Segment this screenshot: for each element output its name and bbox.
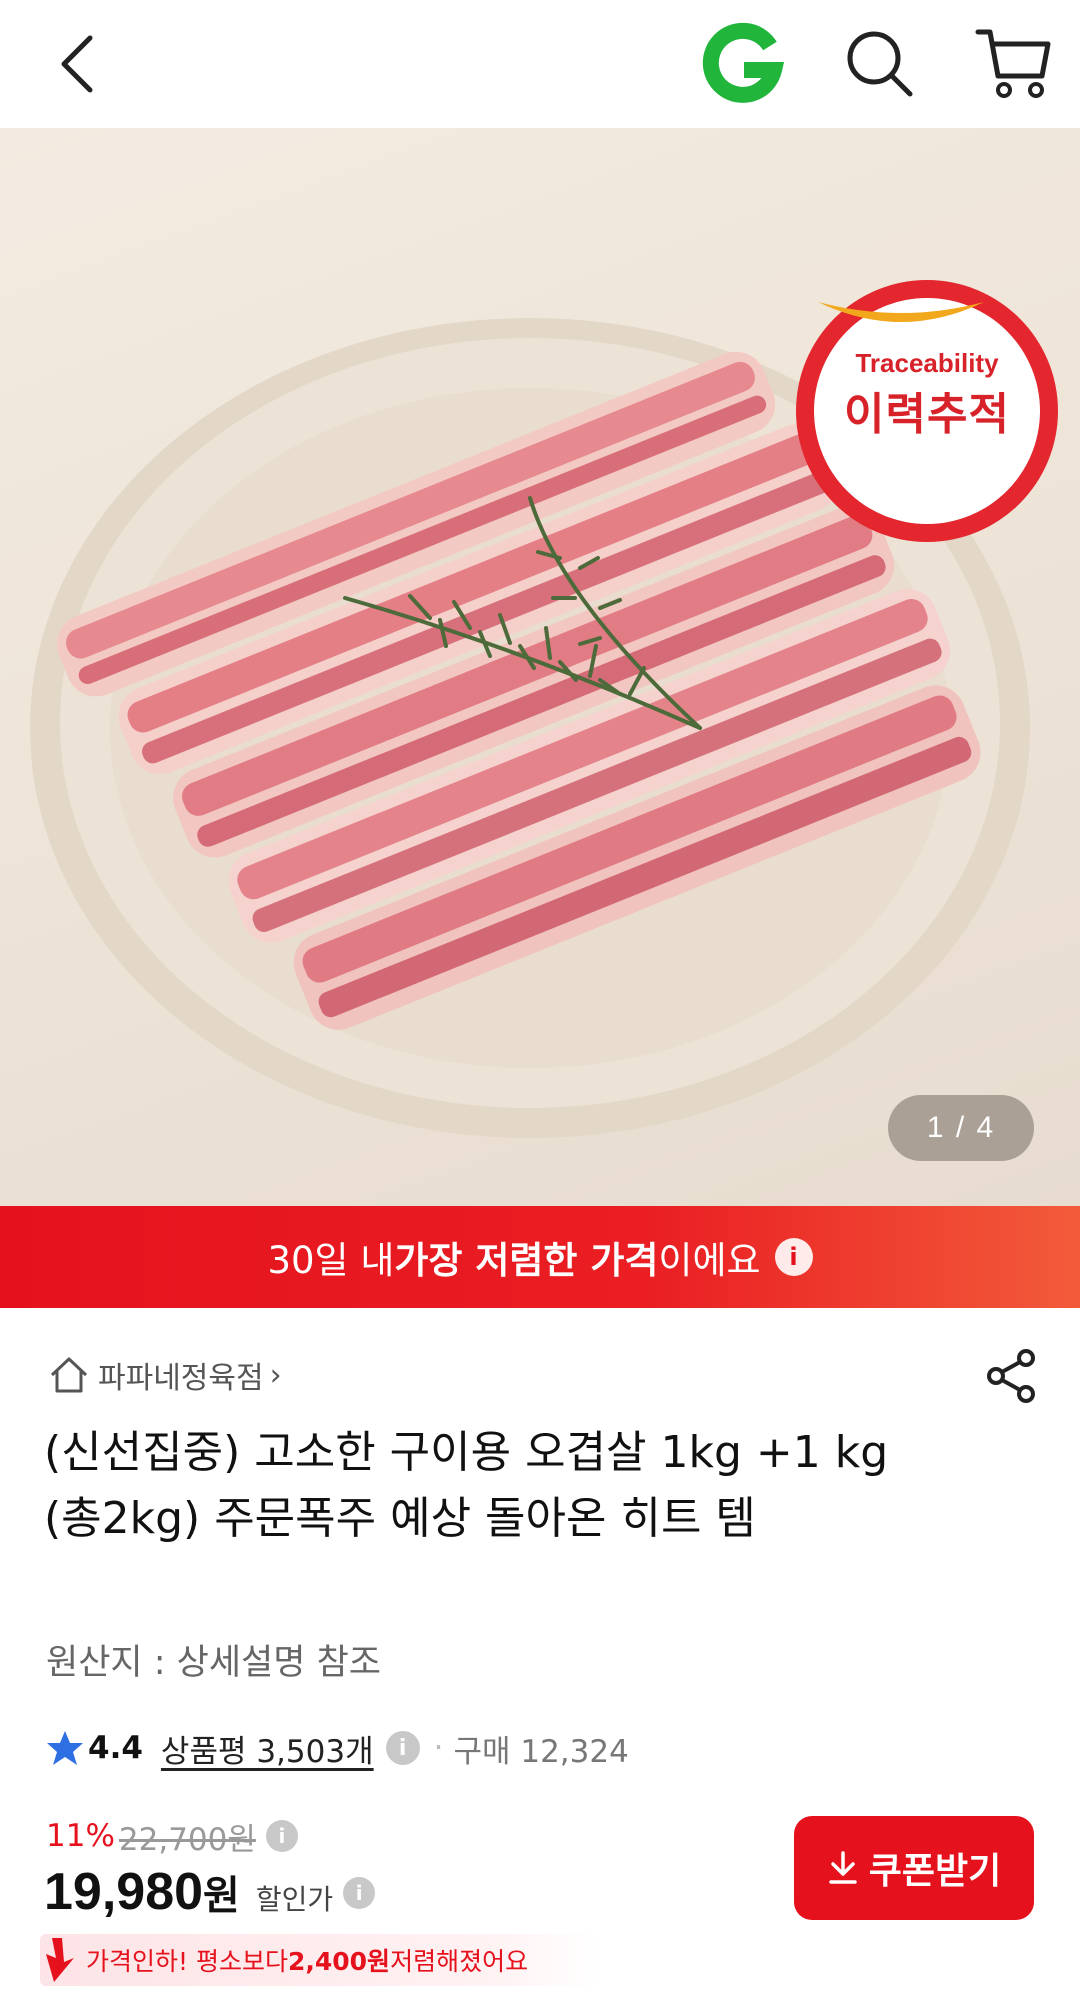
back-button[interactable]	[40, 24, 112, 104]
search-button[interactable]	[840, 24, 920, 104]
currency-unit: 원	[203, 1873, 240, 1919]
star-icon	[47, 1731, 83, 1765]
download-icon	[829, 1851, 857, 1884]
chevron-right-icon: ›	[269, 1357, 282, 1393]
original-price: 22,700원	[118, 1821, 256, 1858]
g-logo-icon	[702, 22, 785, 103]
cart-icon	[975, 29, 1051, 98]
info-icon[interactable]: i	[385, 1731, 420, 1765]
reviews-link[interactable]: 상품평 3,503개	[161, 1726, 374, 1771]
price-drop-notice: 가격인하! 평소보다 2,400원 저렴해졌어요	[40, 1934, 600, 1986]
rating-row: 4.4 상품평 3,503개 i · 구매 12,324	[46, 1724, 629, 1772]
coupon-button-label: 쿠폰받기	[868, 1851, 1002, 1892]
ministry-label: 농림축산식품부	[872, 487, 982, 507]
chevron-left-icon	[61, 35, 93, 93]
lowest-price-banner[interactable]: 30일 내 가장 저렴한 가격 이에요 i	[0, 1206, 1080, 1308]
sale-price-label: 할인가	[255, 1883, 334, 1916]
banner-text-post: 이에요	[658, 1239, 761, 1282]
info-icon[interactable]: i	[774, 1238, 813, 1276]
separator-dot: ·	[433, 1730, 444, 1766]
original-price-row: 11% 22,700원 i	[46, 1812, 298, 1860]
rating-score: 4.4	[88, 1730, 143, 1766]
traceability-label-ko: 이력추적	[844, 389, 1010, 440]
banner-text-pre: 30일 내	[267, 1239, 395, 1282]
image-counter: 1 / 4	[888, 1095, 1034, 1161]
top-navigation-bar	[0, 0, 1080, 128]
sale-price: 19,980	[44, 1863, 204, 1921]
banner-text-bold: 가장 저렴한 가격	[394, 1239, 659, 1282]
price-drop-text-post: 저렴해졌어요	[390, 1947, 529, 1976]
gmarket-home-button[interactable]	[700, 22, 785, 106]
traceability-label-en: Traceability	[855, 348, 999, 378]
price-drop-text-pre: 가격인하! 평소보다	[86, 1947, 288, 1976]
home-icon	[50, 1357, 88, 1393]
purchase-count: 구매 12,324	[453, 1733, 629, 1770]
info-icon[interactable]: i	[343, 1877, 376, 1909]
store-name: 파파네정육점	[98, 1361, 264, 1396]
coupon-button[interactable]: 쿠폰받기	[794, 1816, 1034, 1920]
down-arrow-icon	[46, 1938, 74, 1982]
store-link[interactable]: 파파네정육점 ›	[48, 1350, 282, 1400]
info-icon[interactable]: i	[265, 1820, 298, 1852]
product-image-carousel[interactable]: Traceability 이력추적 농림축산식품부 1 / 4	[0, 128, 1080, 1206]
origin-info: 원산지 : 상세설명 참조	[46, 1643, 381, 1683]
swoosh-graphic	[818, 302, 984, 322]
price-drop-amount: 2,400원	[287, 1947, 391, 1976]
sale-price-row: 19,980 원 할인가 i	[44, 1862, 376, 1924]
share-icon	[987, 1349, 1035, 1403]
discount-percent: 11%	[46, 1818, 115, 1854]
cart-button[interactable]	[972, 20, 1056, 104]
product-title: (신선집중) 고소한 구이용 오겹살 1kg +1 kg (총2kg) 주문폭주…	[44, 1427, 889, 1544]
search-icon	[847, 31, 913, 97]
share-button[interactable]	[984, 1348, 1038, 1404]
